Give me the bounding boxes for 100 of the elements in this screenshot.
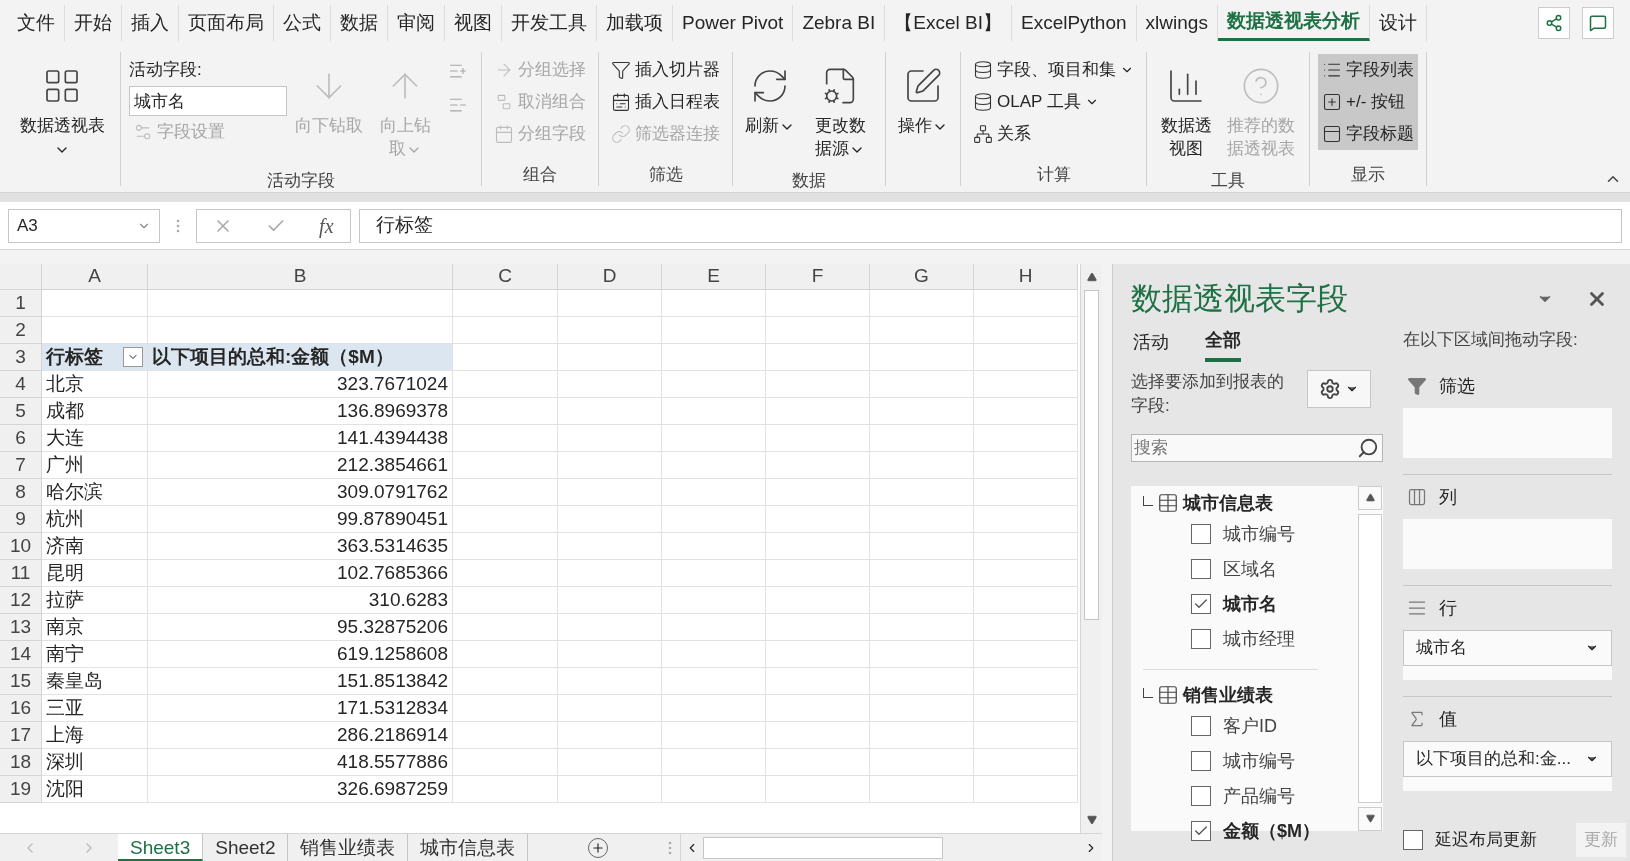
empty-cell[interactable] — [662, 749, 766, 776]
sheet-tab[interactable]: 销售业绩表 — [288, 834, 409, 861]
checkbox[interactable] — [1191, 594, 1211, 614]
empty-cell[interactable] — [453, 776, 558, 803]
empty-cell[interactable] — [974, 722, 1078, 749]
empty-cell[interactable] — [870, 425, 974, 452]
field-name[interactable]: 金额（$M） — [1223, 817, 1320, 845]
checkbox[interactable] — [1191, 629, 1211, 649]
empty-cell[interactable] — [662, 668, 766, 695]
empty-cell[interactable] — [974, 668, 1078, 695]
ribbon-tab[interactable]: 审阅 — [388, 5, 445, 41]
row-number[interactable]: 16 — [0, 695, 42, 722]
empty-cell[interactable] — [766, 506, 870, 533]
empty-cell[interactable] — [453, 614, 558, 641]
formula-input[interactable]: 行标签 — [359, 208, 1622, 243]
scroll-up-icon[interactable] — [1086, 272, 1097, 282]
empty-cell[interactable] — [558, 641, 662, 668]
empty-cell[interactable] — [558, 371, 662, 398]
empty-cell[interactable] — [453, 506, 558, 533]
active-field-input[interactable]: 城市名 — [129, 86, 287, 116]
column-header[interactable]: H — [974, 264, 1078, 290]
empty-cell[interactable] — [870, 452, 974, 479]
empty-cell[interactable] — [453, 290, 558, 317]
field-name[interactable]: 城市经理 — [1223, 625, 1295, 653]
sheet-tab[interactable]: Sheet2 — [203, 834, 289, 861]
empty-cell[interactable] — [662, 560, 766, 587]
empty-cell[interactable] — [870, 479, 974, 506]
checkbox[interactable] — [1191, 821, 1211, 841]
empty-cell[interactable] — [766, 560, 870, 587]
empty-cell[interactable] — [453, 749, 558, 776]
empty-cell[interactable] — [974, 398, 1078, 425]
column-header[interactable]: D — [558, 264, 662, 290]
empty-cell[interactable] — [870, 533, 974, 560]
empty-cell[interactable] — [662, 398, 766, 425]
row-number[interactable]: 10 — [0, 533, 42, 560]
checkbox[interactable] — [1191, 751, 1211, 771]
drop-area[interactable]: 以下项目的总和:金... — [1403, 741, 1612, 791]
empty-cell[interactable] — [662, 371, 766, 398]
empty-cell[interactable] — [870, 776, 974, 803]
ribbon-button[interactable]: OLAP 工具 — [969, 86, 1138, 118]
share-button[interactable] — [1538, 7, 1570, 39]
empty-cell[interactable] — [766, 533, 870, 560]
empty-cell[interactable] — [870, 587, 974, 614]
area-field[interactable]: 以下项目的总和:金... — [1403, 741, 1612, 777]
empty-cell[interactable] — [558, 344, 662, 371]
empty-cell[interactable] — [870, 695, 974, 722]
ribbon-large-button[interactable]: 操作 — [894, 54, 952, 170]
empty-cell[interactable] — [766, 722, 870, 749]
empty-cell[interactable] — [558, 668, 662, 695]
empty-cell[interactable] — [870, 506, 974, 533]
row-number[interactable]: 4 — [0, 371, 42, 398]
sheet-tab[interactable]: Sheet3 — [118, 834, 204, 861]
empty-cell[interactable] — [870, 371, 974, 398]
row-number[interactable]: 17 — [0, 722, 42, 749]
empty-cell[interactable] — [453, 668, 558, 695]
empty-cell[interactable] — [974, 641, 1078, 668]
empty-cell[interactable] — [766, 695, 870, 722]
row-number[interactable]: 1 — [0, 290, 42, 317]
ribbon-button[interactable]: 字段列表 — [1318, 54, 1418, 86]
empty-cell[interactable] — [453, 479, 558, 506]
empty-cell[interactable] — [870, 398, 974, 425]
search-field[interactable]: 搜索 — [1131, 433, 1383, 462]
row-number[interactable]: 7 — [0, 452, 42, 479]
empty-cell[interactable] — [766, 425, 870, 452]
ribbon-tab[interactable]: 数据透视表分析 — [1217, 5, 1370, 41]
empty-cell[interactable] — [870, 614, 974, 641]
checkbox[interactable] — [1191, 786, 1211, 806]
empty-cell[interactable] — [766, 452, 870, 479]
empty-cell[interactable] — [662, 452, 766, 479]
insert-function-button[interactable]: fx — [319, 210, 334, 241]
empty-cell[interactable] — [870, 344, 974, 371]
table-name[interactable]: 销售业绩表 — [1183, 681, 1273, 709]
ribbon-button[interactable]: +/- 按钮 — [1318, 86, 1418, 118]
empty-cell[interactable] — [766, 614, 870, 641]
checkbox[interactable] — [1191, 716, 1211, 736]
row-number[interactable]: 2 — [0, 317, 42, 344]
scrollbar[interactable] — [1357, 485, 1383, 831]
empty-cell[interactable] — [558, 317, 662, 344]
empty-cell[interactable] — [870, 668, 974, 695]
ribbon-tab[interactable]: 页面布局 — [179, 5, 274, 41]
comments-button[interactable] — [1582, 7, 1614, 39]
empty-cell[interactable] — [870, 290, 974, 317]
empty-cell[interactable] — [558, 695, 662, 722]
row-number[interactable]: 14 — [0, 641, 42, 668]
empty-cell[interactable] — [453, 317, 558, 344]
row-number[interactable]: 11 — [0, 560, 42, 587]
empty-cell[interactable] — [766, 749, 870, 776]
empty-cell[interactable] — [662, 533, 766, 560]
empty-cell[interactable] — [974, 344, 1078, 371]
row-number[interactable]: 6 — [0, 425, 42, 452]
empty-cell[interactable] — [870, 317, 974, 344]
empty-cell[interactable] — [662, 290, 766, 317]
empty-cell[interactable] — [662, 317, 766, 344]
field-name[interactable]: 产品编号 — [1223, 782, 1295, 810]
ribbon-tab[interactable]: Zebra BI — [793, 5, 886, 41]
ribbon-tab[interactable]: 公式 — [274, 5, 331, 41]
defer-update-label[interactable]: 延迟布局更新 — [1435, 827, 1537, 853]
empty-cell[interactable] — [453, 587, 558, 614]
column-header[interactable]: B — [148, 264, 453, 290]
empty-cell[interactable] — [453, 695, 558, 722]
